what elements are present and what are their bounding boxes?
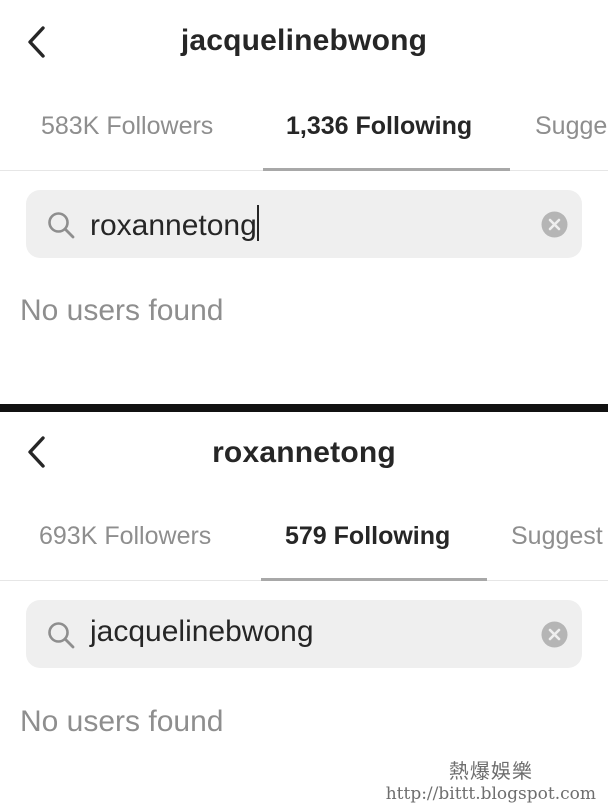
- clear-icon[interactable]: [541, 621, 568, 648]
- no-results-message: No users found: [20, 705, 224, 738]
- active-tab-indicator: [261, 578, 487, 581]
- profile-header: roxannetong: [0, 412, 608, 500]
- panel-roxannetong-following: roxannetong 693K Followers 579 Following…: [0, 412, 608, 811]
- tab-suggested[interactable]: Sugge: [535, 112, 607, 141]
- search-field[interactable]: jacquelinebwong: [26, 600, 582, 668]
- tab-following[interactable]: 1,336 Following: [286, 112, 472, 141]
- text-caret: [256, 205, 259, 241]
- profile-username: jacquelinebwong: [180, 24, 428, 57]
- active-tab-indicator: [263, 168, 510, 171]
- tab-followers[interactable]: 583K Followers: [41, 112, 213, 141]
- tab-bar: 583K Followers 1,336 Following Sugge: [0, 88, 608, 171]
- search-input[interactable]: roxannetong: [90, 205, 259, 243]
- tab-bar: 693K Followers 579 Following Suggest: [0, 498, 608, 581]
- search-input-value: roxannetong: [90, 209, 257, 242]
- watermark: 熱爆娛樂 http://bittt.blogspot.com: [386, 759, 596, 805]
- no-results-message: No users found: [20, 294, 224, 327]
- tab-suggested[interactable]: Suggest: [511, 522, 603, 551]
- tab-followers[interactable]: 693K Followers: [39, 522, 211, 551]
- watermark-url: http://bittt.blogspot.com: [385, 784, 596, 804]
- search-input[interactable]: jacquelinebwong: [90, 615, 314, 649]
- tab-following[interactable]: 579 Following: [285, 522, 450, 551]
- profile-header: jacquelinebwong: [0, 0, 608, 88]
- search-icon: [48, 212, 75, 239]
- search-field[interactable]: roxannetong: [26, 190, 582, 258]
- clear-icon[interactable]: [541, 211, 568, 238]
- screenshot-divider: [0, 404, 608, 412]
- watermark-chinese-text: 熱爆娛樂: [448, 759, 533, 783]
- profile-username: roxannetong: [212, 436, 396, 469]
- panel-jacquelinebwong-following: jacquelinebwong 583K Followers 1,336 Fol…: [0, 0, 608, 404]
- search-icon: [48, 622, 75, 649]
